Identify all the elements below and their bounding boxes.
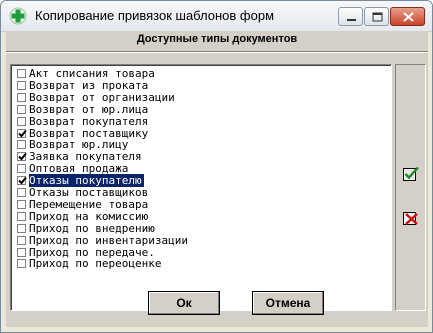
item-checkbox[interactable] xyxy=(17,140,26,150)
ok-button[interactable]: Ок xyxy=(148,291,220,315)
list-header: Доступные типы документов xyxy=(136,33,298,45)
item-checkbox[interactable] xyxy=(17,164,26,174)
minimize-icon xyxy=(347,19,356,21)
dialog-window: Копирование привязок шаблонов форм Досту… xyxy=(0,0,433,333)
item-label: Приход по переоценке xyxy=(29,257,162,271)
item-checkbox[interactable] xyxy=(17,259,26,269)
item-checkbox[interactable] xyxy=(17,223,26,233)
maximize-button[interactable] xyxy=(364,7,389,26)
item-checkbox[interactable] xyxy=(17,152,27,162)
header-divider xyxy=(6,51,428,53)
item-checkbox[interactable] xyxy=(17,69,26,78)
item-checkbox[interactable] xyxy=(17,128,27,138)
item-checkbox[interactable] xyxy=(17,104,26,114)
side-button-panel xyxy=(395,64,426,311)
document-types-list[interactable]: Акт списания товара Возврат из проката Воз… xyxy=(10,64,392,311)
title-bar[interactable]: Копирование привязок шаблонов форм xyxy=(1,1,432,32)
checkmark-icon xyxy=(18,129,27,137)
list-item[interactable]: Приход по переоценке xyxy=(17,257,393,271)
check-all-button[interactable] xyxy=(402,165,420,183)
close-button[interactable] xyxy=(390,7,425,26)
green-cross-icon xyxy=(9,7,27,25)
item-checkbox[interactable] xyxy=(17,116,26,126)
checkmark-icon xyxy=(18,153,27,161)
item-checkbox[interactable] xyxy=(17,247,26,257)
item-checkbox[interactable] xyxy=(17,80,26,90)
item-checkbox[interactable] xyxy=(17,188,26,197)
checkmark-icon xyxy=(18,176,27,185)
item-checkbox[interactable] xyxy=(17,211,26,221)
maximize-icon xyxy=(372,12,383,22)
minimize-button[interactable] xyxy=(338,7,363,26)
uncheck-all-button[interactable] xyxy=(402,209,420,227)
item-checkbox[interactable] xyxy=(17,199,26,209)
item-checkbox[interactable] xyxy=(17,235,26,245)
item-checkbox[interactable] xyxy=(17,92,26,102)
dialog-client-area: Доступные типы документов Акт списания т… xyxy=(6,31,428,327)
close-icon xyxy=(403,12,414,22)
item-checkbox[interactable] xyxy=(17,176,27,186)
window-title: Копирование привязок шаблонов форм xyxy=(35,8,275,23)
check-all-icon xyxy=(403,166,419,181)
cancel-button[interactable]: Отмена xyxy=(252,291,324,315)
uncheck-all-icon xyxy=(403,212,418,225)
